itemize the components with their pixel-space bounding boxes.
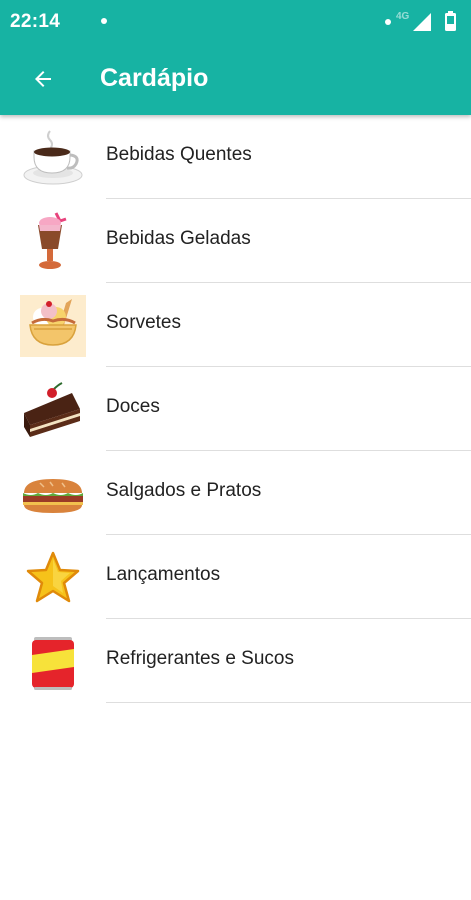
signal-icon (413, 13, 431, 31)
menu-item-label: Refrigerantes e Sucos (106, 648, 294, 669)
menu-list: Bebidas Quentes Bebidas Geladas Sorvetes… (0, 115, 471, 703)
menu-item-bebidas-geladas[interactable]: Bebidas Geladas (0, 199, 471, 283)
notification-dot-icon (385, 19, 391, 25)
divider (106, 702, 471, 703)
menu-item-label: Bebidas Geladas (106, 228, 251, 249)
notification-dot-icon (101, 18, 107, 24)
menu-item-doces[interactable]: Doces (0, 367, 471, 451)
menu-item-label: Lançamentos (106, 564, 221, 585)
menu-item-label: Bebidas Quentes (106, 144, 252, 165)
menu-item-sorvetes[interactable]: Sorvetes (0, 283, 471, 367)
back-button[interactable] (26, 62, 60, 96)
battery-icon (445, 11, 456, 31)
ice-cream-sundae-icon (20, 295, 86, 357)
menu-item-lancamentos[interactable]: Lançamentos (0, 535, 471, 619)
milkshake-icon (20, 211, 86, 273)
arrow-back-icon (35, 71, 51, 87)
status-time: 22:14 (10, 11, 61, 32)
status-bar: 22:14 4G (0, 0, 471, 42)
hot-coffee-icon (20, 127, 86, 189)
menu-item-bebidas-quentes[interactable]: Bebidas Quentes (0, 115, 471, 199)
menu-item-label: Doces (106, 396, 160, 417)
status-icons: 4G (383, 11, 463, 33)
app-bar: 22:14 4G Cardápio (0, 0, 471, 115)
page-title: Cardápio (100, 64, 209, 92)
menu-item-refrigerantes-e-sucos[interactable]: Refrigerantes e Sucos (0, 619, 471, 703)
cake-slice-icon (20, 379, 86, 441)
soda-can-icon (20, 631, 86, 693)
sandwich-icon (20, 463, 86, 525)
star-icon (20, 547, 86, 609)
network-type-label: 4G (396, 11, 410, 22)
menu-item-label: Salgados e Pratos (106, 480, 262, 501)
menu-item-salgados-e-pratos[interactable]: Salgados e Pratos (0, 451, 471, 535)
menu-item-label: Sorvetes (106, 312, 181, 333)
